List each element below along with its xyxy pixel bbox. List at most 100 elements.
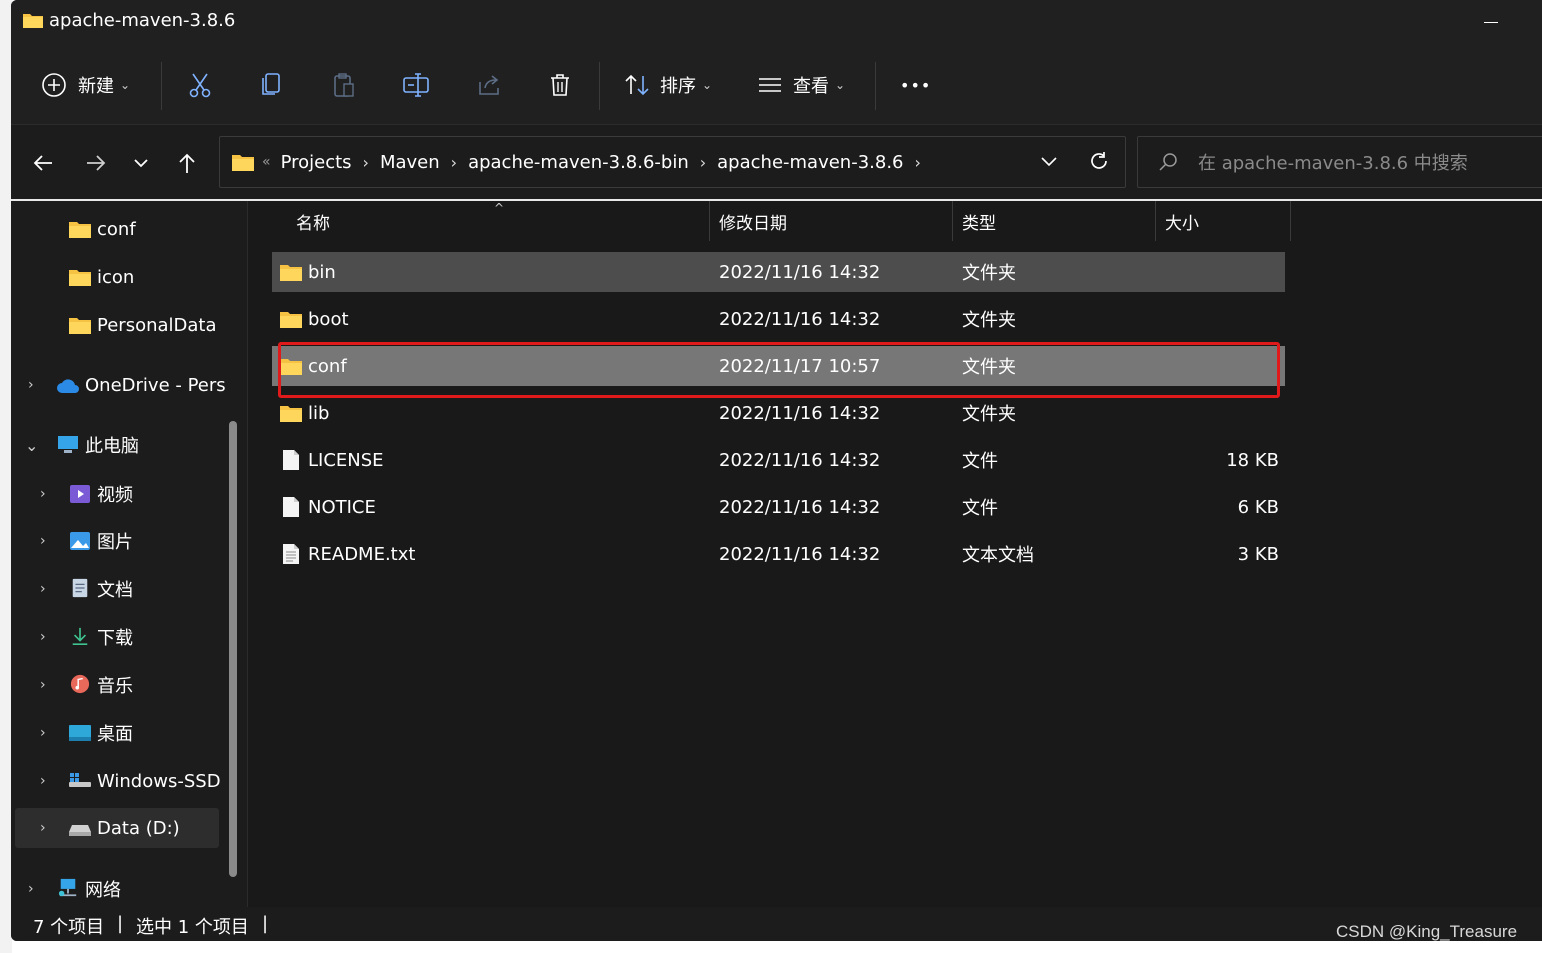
copy-button[interactable] <box>260 46 282 124</box>
window-title: apache-maven-3.8.6 <box>49 10 236 31</box>
folder-icon <box>280 312 302 328</box>
sidebar-item-videos[interactable]: › 视频 <box>11 474 231 514</box>
breadcrumb-maven-bin[interactable]: apache-maven-3.8.6-bin <box>468 152 689 173</box>
trash-icon <box>551 74 569 96</box>
file-row-readme[interactable]: README.txt 2022/11/16 14:32 文本文档 3 KB <box>272 534 1285 574</box>
view-list-icon <box>759 78 781 92</box>
rename-button[interactable] <box>402 46 430 124</box>
back-button[interactable] <box>29 149 57 177</box>
folder-icon <box>280 406 302 422</box>
column-separator[interactable] <box>1290 201 1291 241</box>
column-header-name[interactable]: 名称 <box>296 201 330 241</box>
file-row-lib[interactable]: lib 2022/11/16 14:32 文件夹 <box>272 393 1285 433</box>
sidebar-item-downloads[interactable]: › 下载 <box>11 617 231 657</box>
chevron-right-icon[interactable]: › <box>28 377 34 393</box>
view-button[interactable]: 查看 ⌄ <box>757 46 845 124</box>
sort-button[interactable]: 排序 ⌄ <box>623 46 712 124</box>
sidebar-item-pictures[interactable]: › 图片 <box>11 521 231 561</box>
folder-icon <box>280 265 302 281</box>
column-header-type[interactable]: 类型 <box>962 201 996 241</box>
file-row-bin[interactable]: bin 2022/11/16 14:32 文件夹 <box>272 252 1285 292</box>
plus-circle-icon <box>42 73 66 97</box>
sidebar-item-onedrive[interactable]: › OneDrive - Pers <box>11 365 231 405</box>
music-icon <box>70 674 90 694</box>
minimize-button[interactable] <box>1484 22 1498 23</box>
column-separator[interactable] <box>1155 201 1156 241</box>
sidebar-item-label: 此电脑 <box>85 436 139 457</box>
chevron-right-icon[interactable]: › <box>40 533 46 549</box>
chevron-right-icon[interactable]: › <box>40 820 46 836</box>
chevron-right-icon[interactable]: › <box>40 629 46 645</box>
chevron-right-icon[interactable]: › <box>40 677 46 693</box>
refresh-icon[interactable] <box>1088 150 1110 172</box>
more-options-button[interactable]: ••• <box>900 46 931 124</box>
status-separator: | <box>117 913 124 934</box>
up-button[interactable] <box>173 149 201 177</box>
share-button[interactable] <box>476 46 502 124</box>
chevron-right-icon[interactable]: › <box>40 486 46 502</box>
chevron-right-icon[interactable]: › <box>700 153 706 172</box>
status-bar: 7 个项目 | 选中 1 个项目 | <box>11 907 1542 941</box>
sidebar-item-windows-ssd[interactable]: › Windows-SSD <box>11 761 231 801</box>
column-header-modified[interactable]: 修改日期 <box>719 201 787 241</box>
folder-icon <box>69 270 91 286</box>
file-type: 文件夹 <box>962 404 1016 425</box>
new-button[interactable]: 新建 ⌄ <box>41 46 130 124</box>
file-row-notice[interactable]: NOTICE 2022/11/16 14:32 文件 6 KB <box>272 487 1285 527</box>
file-row-boot[interactable]: boot 2022/11/16 14:32 文件夹 <box>272 299 1285 339</box>
search-box[interactable] <box>1137 136 1542 188</box>
new-label: 新建 <box>78 76 114 97</box>
file-row-license[interactable]: LICENSE 2022/11/16 14:32 文件 18 KB <box>272 440 1285 480</box>
chevron-right-icon[interactable]: › <box>915 153 921 172</box>
cut-button[interactable] <box>188 46 212 124</box>
sort-icon <box>625 74 649 96</box>
sidebar-item-data-d[interactable]: › Data (D:) <box>11 808 231 848</box>
chevron-right-icon[interactable]: › <box>363 153 369 172</box>
sidebar-item-network[interactable]: › 网络 <box>11 869 231 909</box>
download-icon <box>72 627 88 645</box>
sidebar-item-music[interactable]: › 音乐 <box>11 665 231 705</box>
chevron-right-icon[interactable]: › <box>40 725 46 741</box>
search-input[interactable] <box>1196 149 1540 177</box>
status-separator: | <box>262 913 269 934</box>
chevron-right-icon[interactable]: › <box>40 773 46 789</box>
breadcrumb-projects[interactable]: Projects <box>281 152 352 173</box>
chevron-down-icon: ⌄ <box>120 78 131 92</box>
address-bar[interactable]: « Projects › Maven › apache-maven-3.8.6-… <box>219 136 1126 188</box>
paste-button[interactable] <box>332 46 356 124</box>
watermark: CSDN @King_Treasure <box>1336 922 1518 941</box>
file-modified: 2022/11/16 14:32 <box>719 449 881 471</box>
breadcrumb-maven-386[interactable]: apache-maven-3.8.6 <box>717 152 903 173</box>
sidebar-item-conf[interactable]: conf <box>11 209 231 249</box>
recent-locations-button[interactable] <box>127 149 155 177</box>
chevron-down-icon: ⌄ <box>835 78 846 92</box>
sidebar-item-personaldata[interactable]: PersonalData <box>11 305 231 345</box>
chevron-right-icon[interactable]: › <box>40 581 46 597</box>
arrow-right-icon <box>87 155 106 171</box>
sidebar-item-this-pc[interactable]: ⌄ 此电脑 <box>11 425 231 465</box>
breadcrumb-overflow-icon[interactable]: « <box>262 154 271 170</box>
chevron-right-icon[interactable]: › <box>451 153 457 172</box>
sidebar-item-desktop[interactable]: › 桌面 <box>11 713 231 753</box>
column-separator[interactable] <box>709 201 710 241</box>
forward-button[interactable] <box>82 149 110 177</box>
delete-button[interactable] <box>548 46 572 124</box>
cloud-icon <box>57 379 79 393</box>
sidebar-item-documents[interactable]: › 文档 <box>11 569 231 609</box>
sidebar-item-icon[interactable]: icon <box>11 257 231 297</box>
breadcrumb-maven[interactable]: Maven <box>380 152 440 173</box>
file-name: boot <box>308 308 349 330</box>
chevron-right-icon[interactable]: › <box>28 881 34 897</box>
sidebar-item-label: 桌面 <box>97 724 133 745</box>
sidebar-item-label: 音乐 <box>97 676 133 697</box>
address-history-chevron-icon[interactable] <box>1040 154 1058 170</box>
file-explorer-window: apache-maven-3.8.6 新建 ⌄ 排序 ⌄ 查看 ⌄ ••• « … <box>11 0 1542 941</box>
column-header-size[interactable]: 大小 <box>1165 201 1199 241</box>
column-separator[interactable] <box>952 201 953 241</box>
chevron-down-icon[interactable]: ⌄ <box>25 436 38 455</box>
file-modified: 2022/11/16 14:32 <box>719 496 881 518</box>
sidebar-scrollbar[interactable] <box>229 421 237 877</box>
network-icon <box>58 878 77 897</box>
highlight-annotation <box>278 342 1280 398</box>
video-icon <box>70 485 90 503</box>
